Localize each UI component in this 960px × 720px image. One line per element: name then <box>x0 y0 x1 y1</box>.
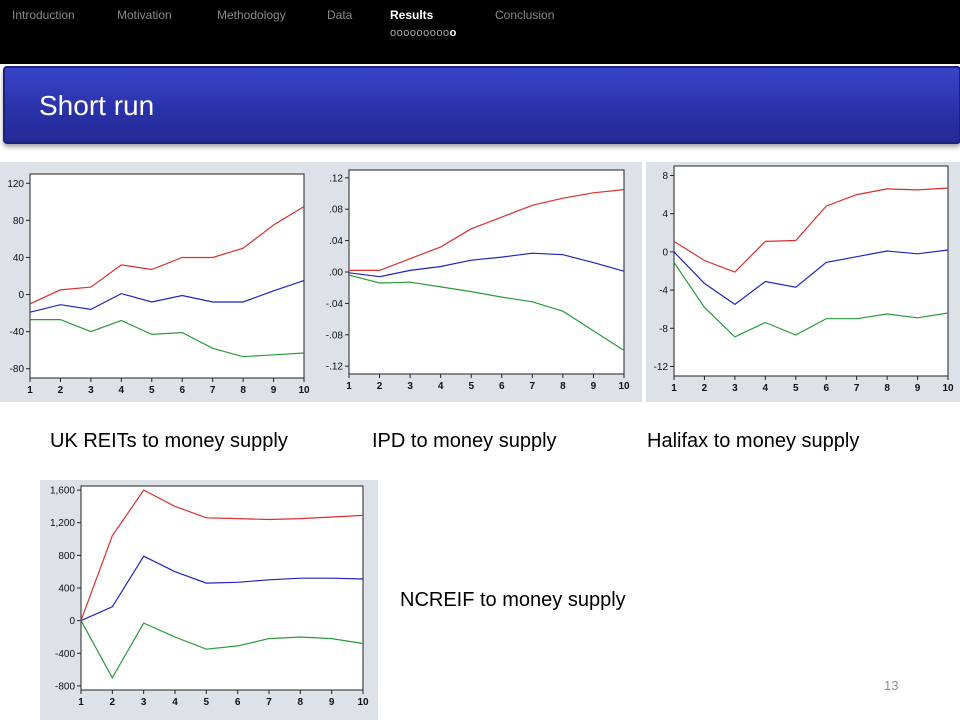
halifax-xtick-label: 8 <box>884 383 890 394</box>
uk_reits-ytick-label: 40 <box>13 253 25 264</box>
uk_reits-plot-area <box>29 173 305 379</box>
ncreif-ytick-label: 1,200 <box>50 518 75 529</box>
halifax-chart-panel: -12 -8 -4 0 4 8 1 2 3 4 5 6 7 8 9 10 <box>646 162 960 402</box>
ipd-xtick-label: 1 <box>346 381 352 392</box>
ncreif-ytick-label: 0 <box>69 616 75 627</box>
halifax-ytick-label: -12 <box>654 362 669 373</box>
ipd-xtick-label: 10 <box>618 381 630 392</box>
ipd-xtick-label: 5 <box>468 381 474 392</box>
ncreif-ytick-label: 800 <box>58 551 75 562</box>
ncreif-xtick-label: 1 <box>78 697 84 708</box>
ipd-ytick-label: -.12 <box>326 362 344 373</box>
progress-dots-past[interactable]: ooooooooo <box>390 27 450 39</box>
uk_reits-ytick-label: 0 <box>18 290 24 301</box>
halifax-ytick-label: 0 <box>662 247 668 258</box>
ncreif-xtick-label: 4 <box>172 697 178 708</box>
uk_reits-ytick-label: 80 <box>13 216 25 227</box>
ipd-xtick-label: 4 <box>438 381 444 392</box>
uk_reits-xtick-label: 2 <box>58 385 64 396</box>
ipd-xtick-label: 8 <box>560 381 566 392</box>
ncreif-xtick-label: 5 <box>204 697 210 708</box>
halifax-xtick-label: 3 <box>732 383 738 394</box>
ipd-xtick-label: 2 <box>377 381 383 392</box>
uk-reits-chart-panel: -80 -40 0 40 80 120 1 2 3 4 5 6 7 8 9 10 <box>0 162 320 402</box>
slide-title-bar: Short run <box>3 66 960 144</box>
halifax-chart-svg: -12-8-40481 2 3 4 5 6 7 8 9 10 <box>654 165 954 394</box>
ncreif-ytick-label: -400 <box>55 649 75 660</box>
halifax-ytick-label: 8 <box>662 171 668 182</box>
ncreif-chart-panel: -800 -400 0 400 800 1,200 1,600 1 2 3 4 5 6 7 8 9 10 <box>40 480 378 720</box>
ncreif-xtick-label: 7 <box>266 697 272 708</box>
halifax-ytick-label: -8 <box>659 324 668 335</box>
caption-uk-reits: UK REITs to money supply <box>50 430 288 452</box>
uk_reits-ytick-label: 120 <box>7 179 24 190</box>
page-number: 13 <box>884 678 899 693</box>
halifax-xtick-label: 2 <box>702 383 708 394</box>
ipd-xtick-label: 3 <box>407 381 413 392</box>
ipd-ytick-label: -.08 <box>326 330 344 341</box>
uk_reits-xtick-label: 3 <box>88 385 94 396</box>
ipd-xtick-label: 9 <box>591 381 597 392</box>
nav-conclusion[interactable]: Conclusion <box>495 8 554 22</box>
ncreif-ytick-label: -800 <box>55 681 75 692</box>
uk_reits-xtick-label: 5 <box>149 385 155 396</box>
uk_reits-xtick-label: 7 <box>210 385 216 396</box>
halifax-xtick-label: 6 <box>823 383 829 394</box>
ncreif-xtick-label: 10 <box>357 697 369 708</box>
ipd-xtick-label: 7 <box>530 381 536 392</box>
nav-methodology[interactable]: Methodology <box>217 8 286 22</box>
progress-dot-current[interactable]: o <box>450 27 457 39</box>
caption-ipd: IPD to money supply <box>372 430 557 452</box>
uk_reits-xtick-label: 9 <box>271 385 277 396</box>
halifax-xtick-label: 7 <box>854 383 860 394</box>
halifax-xtick-label: 1 <box>671 383 677 394</box>
ncreif-chart-svg: -800 -400 0 400 800 1,200 1,600 1 2 3 4 5 6 7 8 9 10 <box>50 485 369 708</box>
section-progress-dots[interactable]: oooooooooo <box>390 27 457 39</box>
ipd-chart-svg: -.12 -.08 -.04 .00 .04 .08 .12 1 2 3 4 5 6 7 8 9 10 <box>326 169 630 392</box>
ncreif-xtick-label: 6 <box>235 697 241 708</box>
uk_reits-ytick-label: -40 <box>10 327 25 338</box>
ncreif-xtick-label: 9 <box>329 697 335 708</box>
uk_reits-xtick-label: 10 <box>298 385 310 396</box>
uk_reits-xtick-label: 4 <box>119 385 125 396</box>
halifax-plot-area <box>673 165 949 377</box>
nav-motivation[interactable]: Motivation <box>117 8 172 22</box>
top-navigation-bar: Introduction Motivation Methodology Data… <box>0 0 960 64</box>
uk_reits-xtick-label: 6 <box>179 385 185 396</box>
ipd-ytick-label: .08 <box>329 205 343 216</box>
ipd-chart-panel: -.12 -.08 -.04 .00 .04 .08 .12 1 2 3 4 5 6 7 8 9 10 <box>316 162 642 402</box>
halifax-ytick-label: -4 <box>659 286 668 297</box>
ipd-ytick-label: .04 <box>329 236 343 247</box>
ipd-ytick-label: .00 <box>329 268 343 279</box>
ncreif-xtick-label: 2 <box>110 697 116 708</box>
halifax-xtick-label: 9 <box>915 383 921 394</box>
ipd-plot-area <box>348 169 625 375</box>
ncreif-xtick-label: 3 <box>141 697 147 708</box>
nav-results[interactable]: Results <box>390 8 433 22</box>
halifax-ytick-label: 4 <box>662 209 668 220</box>
ipd-xtick-label: 6 <box>499 381 505 392</box>
nav-data[interactable]: Data <box>327 8 352 22</box>
halifax-xtick-label: 10 <box>942 383 954 394</box>
halifax-xtick-label: 5 <box>793 383 799 394</box>
nav-introduction[interactable]: Introduction <box>12 8 75 22</box>
halifax-xtick-label: 4 <box>763 383 769 394</box>
ncreif-ytick-label: 400 <box>58 584 75 595</box>
caption-halifax: Halifax to money supply <box>647 430 860 452</box>
uk_reits-chart-svg: -80 -40 0 40 80 120 1 2 3 4 5 6 7 8 9 10 <box>7 173 310 396</box>
caption-ncreif: NCREIF to money supply <box>400 589 626 611</box>
uk_reits-xtick-label: 1 <box>27 385 33 396</box>
slide-title: Short run <box>39 90 155 121</box>
uk_reits-ytick-label: -80 <box>10 364 25 375</box>
ncreif-xtick-label: 8 <box>298 697 304 708</box>
ipd-ytick-label: .12 <box>329 173 343 184</box>
ipd-ytick-label: -.04 <box>326 299 344 310</box>
ncreif-ytick-label: 1,600 <box>50 486 75 497</box>
uk_reits-xtick-label: 8 <box>240 385 246 396</box>
